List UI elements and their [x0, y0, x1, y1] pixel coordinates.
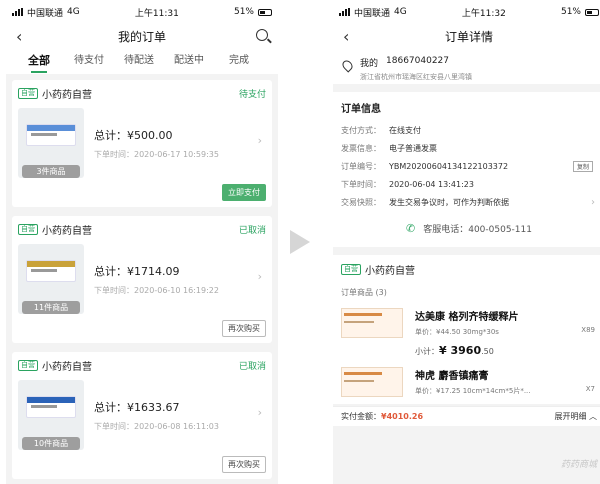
product-thumbnail: 11件商品 — [18, 244, 84, 314]
buy-again-button[interactable]: 再次购买 — [222, 320, 266, 337]
tab-delivering[interactable]: 配送中 — [164, 48, 214, 74]
watermark: 药药商城 — [560, 460, 597, 470]
customer-service[interactable]: ✆ 客服电话：400-0505-111 — [341, 217, 597, 239]
order-status: 已取消 — [238, 225, 266, 236]
info-row-payment: 支付方式： 在线支付 — [341, 125, 421, 135]
status-bar: 中国联通 4G 上午11:32 51% — [333, 0, 600, 24]
product-qty: X89 — [581, 326, 595, 334]
order-info-section: 订单信息 支付方式： 在线支付 发票信息： 电子普通发票 订单编号： YBM20200… — [333, 92, 600, 247]
transition-arrow-icon — [290, 230, 310, 254]
order-card[interactable]: 自营 小药药自营 已取消 11件商品 总计：¥1714.09 下单时间：2020-… — [12, 216, 272, 343]
paid-amount: ¥4010.26 — [381, 412, 424, 421]
page-title: 我的订单 — [117, 29, 166, 44]
product-thumbnail — [341, 308, 403, 338]
pay-now-button[interactable]: 立即支付 — [222, 184, 266, 201]
copy-button[interactable]: 复制 — [572, 161, 593, 172]
product-name: 达美康 格列齐特缓释片 — [415, 312, 519, 323]
tab-completed[interactable]: 完成 — [214, 48, 264, 74]
product-item[interactable]: 达美康 格列齐特缓释片 单价：¥44.50 30mg*30s X89 — [341, 308, 597, 338]
back-icon[interactable]: ‹ — [16, 27, 22, 46]
product-thumbnail: 3件商品 — [18, 108, 84, 178]
order-total: 总计：¥1633.67 — [94, 400, 180, 414]
recipient-name: 我的 — [360, 59, 379, 69]
recipient-phone: 18667040227 — [386, 56, 450, 66]
product-thumbnail — [341, 367, 403, 397]
item-count: 11件商品 — [22, 301, 80, 314]
order-tabs: 全部 待支付 待配送 配送中 完成 — [6, 48, 278, 74]
clock: 上午11:31 — [134, 8, 179, 19]
battery-percent: 51% — [560, 7, 581, 17]
tab-pending-payment[interactable]: 待支付 — [64, 48, 114, 74]
shop-name: 小药药自营 — [365, 266, 415, 277]
status-bar: 中国联通 4G 上午11:31 51% — [6, 0, 278, 24]
order-card[interactable]: 自营 小药药自营 已取消 10件商品 总计：¥1633.67 下单时间：2020-… — [12, 352, 272, 479]
product-subtotal: 小计：¥ 3960.50 — [415, 344, 494, 357]
shop-name: 小药药自营 — [42, 89, 92, 101]
order-time: 下单时间：2020-06-08 16:11:03 — [94, 421, 219, 431]
order-status: 待支付 — [238, 89, 266, 100]
self-operated-tag: 自营 — [18, 223, 38, 235]
product-thumbnail: 10件商品 — [18, 380, 84, 450]
order-time: 下单时间：2020-06-10 16:19:22 — [94, 285, 219, 295]
self-operated-tag: 自营 — [18, 359, 38, 371]
self-operated-tag: 自营 — [18, 87, 38, 99]
item-count: 10件商品 — [22, 437, 80, 450]
search-icon[interactable] — [256, 29, 268, 41]
products-section: 自营 小药药自营 订单商品 (3) 达美康 格列齐特缓释片 单价：¥44.50 3… — [333, 255, 600, 404]
chevron-right-icon: › — [591, 196, 595, 208]
nav-bar: ‹ 订单详情 — [333, 24, 600, 48]
buy-again-button[interactable]: 再次购买 — [222, 456, 266, 473]
info-row-invoice: 发票信息： 电子普通发票 — [341, 143, 437, 153]
page-title: 订单详情 — [444, 29, 493, 44]
order-detail-screen: 中国联通 4G 上午11:32 51% ‹ 订单详情 我的 18667040227… — [333, 0, 600, 484]
order-total: 总计：¥500.00 — [94, 128, 173, 142]
signal-icon — [339, 8, 350, 16]
payment-bar: 实付金额：¥4010.26 展开明细 ︿ — [333, 406, 600, 426]
address-line: 浙江省杭州市瑶海区红安县八里湾镇 — [360, 73, 472, 81]
order-total: 总计：¥1714.09 — [94, 264, 180, 278]
back-icon[interactable]: ‹ — [343, 27, 349, 46]
tab-pending-delivery[interactable]: 待配送 — [114, 48, 164, 74]
info-row-snapshot[interactable]: 交易快照： 发生交易争议时，可作为判断依据 › — [341, 193, 597, 211]
phone-icon: ✆ — [406, 221, 416, 235]
clock: 上午11:32 — [461, 8, 506, 19]
battery-percent: 51% — [233, 7, 254, 17]
battery-icon — [257, 8, 272, 16]
order-card[interactable]: 自营 小药药自营 待支付 3件商品 总计：¥500.00 下单时间：2020-06… — [12, 80, 272, 207]
product-price: 单价：¥17.25 10cm*14cm*5片*... — [415, 387, 531, 395]
chevron-right-icon: › — [257, 134, 262, 147]
nav-bar: ‹ 我的订单 — [6, 24, 278, 48]
shop-name: 小药药自营 — [42, 225, 92, 237]
delivery-address[interactable]: 我的 18667040227 浙江省杭州市瑶海区红安县八里湾镇 — [333, 48, 600, 84]
battery-icon — [584, 8, 599, 16]
carrier: 中国联通 — [354, 8, 391, 19]
self-operated-tag: 自营 — [341, 264, 361, 275]
carrier: 中国联通 — [27, 8, 64, 19]
section-title: 订单信息 — [341, 104, 381, 115]
product-count: 订单商品 (3) — [341, 288, 387, 297]
product-qty: X7 — [585, 385, 595, 393]
tab-all[interactable]: 全部 — [14, 48, 64, 74]
network: 4G — [394, 7, 407, 17]
product-name: 神虎 麝香镇痛膏 — [415, 371, 489, 382]
signal-icon — [12, 8, 23, 16]
chevron-right-icon: › — [257, 270, 262, 283]
item-count: 3件商品 — [22, 165, 80, 178]
shop-name: 小药药自营 — [42, 361, 92, 373]
info-row-order-time: 下单时间： 2020-06-04 13:41:23 — [341, 179, 474, 189]
network: 4G — [67, 7, 80, 17]
info-row-order-number: 订单编号： YBM20200604134122103372 复制 — [341, 157, 597, 175]
order-status: 已取消 — [238, 361, 266, 372]
product-item[interactable]: 神虎 麝香镇痛膏 单价：¥17.25 10cm*14cm*5片*... X7 — [341, 367, 597, 397]
product-price: 单价：¥44.50 30mg*30s — [415, 328, 499, 336]
order-time: 下单时间：2020-06-17 10:59:35 — [94, 149, 219, 159]
paid-label: 实付金额： — [341, 412, 381, 421]
chevron-right-icon: › — [257, 406, 262, 419]
expand-details-button[interactable]: 展开明细 ︿ — [554, 411, 597, 422]
order-list-screen: 中国联通 4G 上午11:31 51% ‹ 我的订单 全部 待支付 待配送 配送… — [6, 0, 278, 484]
location-pin-icon — [340, 58, 355, 73]
